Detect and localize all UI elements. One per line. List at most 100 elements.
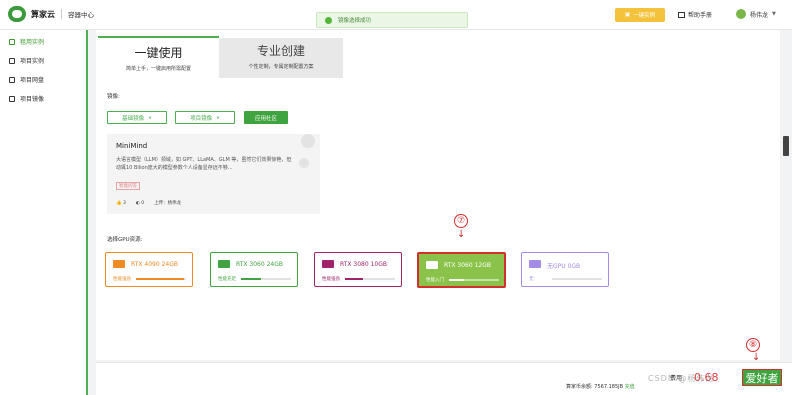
gpu-performance-bar <box>449 279 499 281</box>
image-icon <box>9 95 15 102</box>
gpu-name: RTX 4090 24GB <box>131 261 178 268</box>
chevron-down-icon: ∨ <box>148 114 152 121</box>
annotation-seven: ⑦ <box>454 214 468 228</box>
gpu-performance-fill <box>345 278 363 280</box>
check-circle-icon <box>325 16 332 24</box>
sidebar-item-label: 项目镜像 <box>20 96 45 103</box>
success-toast: 镜像选择成功 <box>316 12 468 28</box>
gpu-performance-bar <box>552 278 602 280</box>
top-bar: 算家云 容器中心 镜像选择成功 ▣ 一键实例 帮助手册 杨伟龙 ▼ <box>0 0 792 30</box>
gpu-performance-bar <box>241 278 291 280</box>
card-tag: 智能问答 <box>116 182 140 190</box>
gpu-performance-fill <box>449 279 464 281</box>
book-icon <box>678 11 685 18</box>
balance-text: 算家币余额: 7567.185JB 充值 <box>566 383 635 390</box>
gpu-performance-fill <box>241 278 261 280</box>
sidebar-item-label: 项目网盘 <box>20 77 45 84</box>
gpu-label: 选择GPU资源: <box>107 237 143 243</box>
logo-icon <box>8 6 26 22</box>
image-card[interactable]: MiniMind 大语言模型（LLM）领域，如 GPT、LLaMA、GLM 等，… <box>107 134 320 214</box>
gpu-icon <box>322 260 334 268</box>
toast-message: 镜像选择成功 <box>338 18 372 24</box>
logo-subtitle: 容器中心 <box>68 11 94 19</box>
gpu-icon <box>426 261 438 269</box>
base-image-select[interactable]: 基础镜像 ∨ <box>107 111 167 124</box>
uploader: 上传：杨伟龙 <box>154 201 182 206</box>
sidebar-item-rent-instance[interactable]: 租用实例 <box>0 32 86 51</box>
gpu-performance-bar <box>345 278 395 280</box>
annotation-eight: ⑧ <box>746 338 760 352</box>
eye-icon: ◐ <box>135 200 140 206</box>
help-manual-link[interactable]: 帮助手册 <box>678 10 712 19</box>
tab-one-click[interactable]: 一键使用 简单上手，一键启用所需配置 <box>98 36 219 78</box>
one-key-label: 一键实例 <box>633 13 656 19</box>
gpu-icon <box>113 260 125 268</box>
submit-button[interactable]: 爱好者 <box>742 369 782 386</box>
app-community-button[interactable]: 应用社区 <box>244 111 288 124</box>
gpu-subtitle: 无 <box>529 277 534 282</box>
gpu-subtitle: 性能入门 <box>426 278 444 283</box>
main-panel: 一键使用 简单上手，一键启用所需配置 专业创建 个性定制，专属定制配置方案 镜像… <box>96 30 780 360</box>
chevron-down-icon: ∨ <box>216 114 220 121</box>
gpu-subtitle: 性能强劲 <box>113 277 131 282</box>
gpu-performance-fill <box>136 278 184 280</box>
tab-subtitle: 简单上手，一键启用所需配置 <box>125 66 191 72</box>
avatar <box>736 9 746 19</box>
select-label: 基础镜像 <box>122 115 145 122</box>
select-label: 项目镜像 <box>190 115 213 122</box>
gpu-name: RTX 3060 24GB <box>236 261 283 268</box>
tab-pro-create[interactable]: 专业创建 个性定制，专属定制配置方案 <box>219 38 343 78</box>
sidebar: 租用实例 项目实例 项目网盘 项目镜像 <box>0 30 88 395</box>
sidebar-item-project-instance[interactable]: 项目实例 <box>0 51 86 70</box>
gpu-subtitle: 性能充足 <box>218 277 236 282</box>
gpu-option-rtx3060-12-selected[interactable]: RTX 3060 12GB 性能入门 <box>417 252 506 288</box>
gear-icon <box>9 57 15 64</box>
tab-title: 专业创建 <box>256 44 305 58</box>
card-footer: 👍 3 ◐ 0 上传：杨伟龙 <box>116 200 182 207</box>
sidebar-item-project-image[interactable]: 项目镜像 <box>0 89 86 108</box>
chevron-down-icon: ▼ <box>772 11 776 17</box>
logo-text: 算家云 <box>31 9 55 19</box>
arrow-down-icon: ↓ <box>457 229 466 240</box>
gpu-name: 无GPU 0GB <box>547 263 581 270</box>
arrow-down-icon: ↓ <box>752 352 761 363</box>
cloud-icon <box>9 76 15 83</box>
gpu-option-rtx4090[interactable]: RTX 4090 24GB 性能强劲 <box>105 252 193 287</box>
view-count: ◐ 0 <box>136 201 144 206</box>
watermark: CSDN @杨伟龙 <box>648 374 715 383</box>
gpu-option-rtx3080[interactable]: RTX 3080 10GB 性能强劲 <box>314 252 402 287</box>
sidebar-item-project-disk[interactable]: 项目网盘 <box>0 70 86 89</box>
one-key-instance-button[interactable]: ▣ 一键实例 <box>615 8 665 22</box>
help-label: 帮助手册 <box>688 12 713 19</box>
card-title: MiniMind <box>116 142 148 150</box>
tab-title: 一键使用 <box>134 46 183 60</box>
gpu-option-no-gpu[interactable]: 无GPU 0GB 无 <box>521 252 609 287</box>
view-value: 0 <box>141 200 145 206</box>
gpu-icon <box>218 260 230 268</box>
logo[interactable]: 算家云 容器中心 <box>8 6 94 22</box>
user-name: 杨伟龙 <box>750 11 769 19</box>
recharge-link[interactable]: 充值 <box>625 384 635 390</box>
scrollbar-thumb[interactable] <box>783 136 789 156</box>
gpu-option-rtx3060-24[interactable]: RTX 3060 24GB 性能充足 <box>210 252 298 287</box>
like-value: 3 <box>123 200 126 206</box>
tab-subtitle: 个性定制，专属定制配置方案 <box>248 64 314 70</box>
thumb-up-icon: 👍 <box>116 200 122 206</box>
decor-circle <box>299 158 309 168</box>
gpu-icon <box>529 260 541 268</box>
gpu-performance-bar <box>136 278 186 280</box>
project-image-select[interactable]: 项目镜像 ∨ <box>175 111 235 124</box>
card-description: 大语言模型（LLM）领域，如 GPT、LLaMA、GLM 等，虽然它们效果惊艳，… <box>116 157 292 171</box>
gpu-subtitle: 性能强劲 <box>322 277 340 282</box>
instance-icon <box>9 38 15 45</box>
user-menu[interactable]: 杨伟龙 ▼ <box>736 9 776 19</box>
like-count: 👍 3 <box>116 201 126 206</box>
button-label: 应用社区 <box>254 115 277 122</box>
mirror-label: 镜像: <box>107 94 120 100</box>
instance-icon: ▣ <box>624 12 631 18</box>
sidebar-item-label: 项目实例 <box>20 58 45 65</box>
gpu-name: RTX 3060 12GB <box>444 262 491 269</box>
sidebar-item-label: 租用实例 <box>20 39 45 46</box>
logo-divider <box>61 9 62 19</box>
balance-value: 算家币余额: 7567.185JB <box>566 384 624 390</box>
